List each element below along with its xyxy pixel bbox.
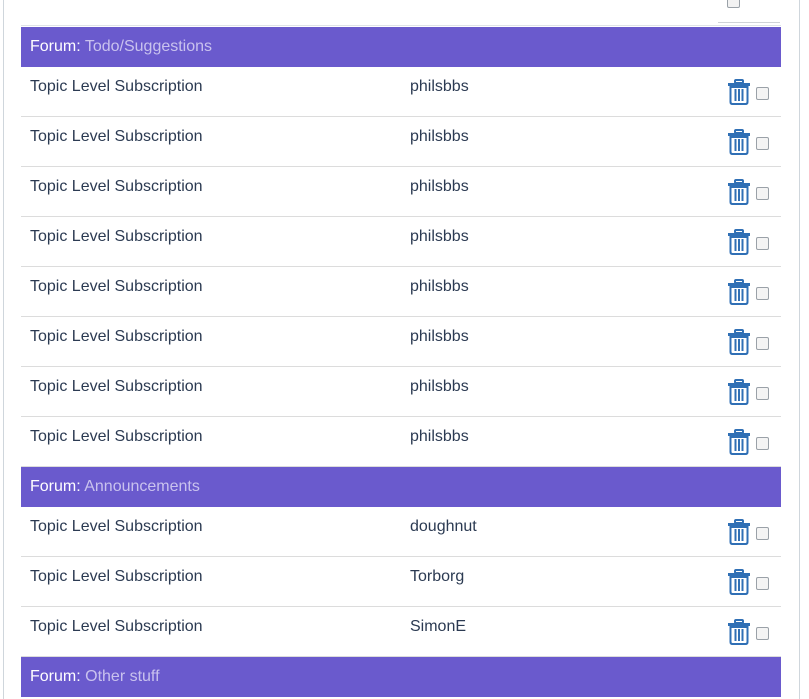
subscription-row: Topic Level Subscription philsbbs bbox=[21, 317, 781, 367]
subscription-user: philsbbs bbox=[410, 278, 469, 295]
subscription-type: Topic Level Subscription bbox=[30, 78, 203, 95]
subscription-row: Topic Level Subscription philsbbs bbox=[21, 217, 781, 267]
subscription-type: Topic Level Subscription bbox=[30, 278, 203, 295]
subscription-row: Topic Level Subscription philsbbs bbox=[21, 67, 781, 117]
forum-name[interactable]: Todo/Suggestions bbox=[85, 38, 212, 55]
subscription-row: Topic Level Subscription philsbbs bbox=[21, 117, 781, 167]
subscription-row: Topic Level Subscription philsbbs bbox=[21, 167, 781, 217]
select-checkbox[interactable] bbox=[756, 187, 769, 200]
trash-icon[interactable] bbox=[727, 79, 751, 105]
select-checkbox[interactable] bbox=[756, 287, 769, 300]
forum-header: Forum: Todo/Suggestions bbox=[21, 27, 781, 67]
select-checkbox[interactable] bbox=[727, 0, 740, 8]
trash-icon[interactable] bbox=[727, 229, 751, 255]
subscription-list: Forum: Todo/Suggestions Topic Level Subsc… bbox=[21, 27, 781, 697]
subscription-user: philsbbs bbox=[410, 128, 469, 145]
subscription-user: SimonE bbox=[410, 618, 467, 635]
subscription-type: Topic Level Subscription bbox=[30, 378, 203, 395]
trash-icon[interactable] bbox=[727, 429, 751, 455]
divider bbox=[21, 25, 781, 26]
trash-icon[interactable] bbox=[727, 129, 751, 155]
subscription-row: Topic Level Subscription philsbbs bbox=[21, 417, 781, 467]
forum-header: Forum: Announcements bbox=[21, 467, 781, 507]
divider bbox=[718, 22, 780, 23]
subscription-type: Topic Level Subscription bbox=[30, 518, 203, 535]
subscription-type: Topic Level Subscription bbox=[30, 428, 203, 445]
select-checkbox[interactable] bbox=[756, 387, 769, 400]
subscription-user: doughnut bbox=[410, 518, 477, 535]
select-checkbox[interactable] bbox=[756, 337, 769, 350]
subscription-user: philsbbs bbox=[410, 378, 469, 395]
select-checkbox[interactable] bbox=[756, 627, 769, 640]
subscription-user: Torborg bbox=[410, 568, 465, 585]
trash-icon[interactable] bbox=[727, 569, 751, 595]
trash-icon[interactable] bbox=[727, 179, 751, 205]
subscription-type: Topic Level Subscription bbox=[30, 228, 203, 245]
subscription-type: Topic Level Subscription bbox=[30, 618, 203, 635]
select-checkbox[interactable] bbox=[756, 137, 769, 150]
subscription-row: Topic Level Subscription philsbbs bbox=[21, 367, 781, 417]
trash-icon[interactable] bbox=[727, 329, 751, 355]
select-checkbox[interactable] bbox=[756, 527, 769, 540]
previous-row-remnant bbox=[21, 0, 781, 26]
select-checkbox[interactable] bbox=[756, 437, 769, 450]
select-checkbox[interactable] bbox=[756, 237, 769, 250]
trash-icon[interactable] bbox=[727, 619, 751, 645]
subscription-type: Topic Level Subscription bbox=[30, 328, 203, 345]
subscription-row: Topic Level Subscription Torborg bbox=[21, 557, 781, 607]
subscription-type: Topic Level Subscription bbox=[30, 178, 203, 195]
subscription-user: philsbbs bbox=[410, 178, 469, 195]
trash-icon[interactable] bbox=[727, 379, 751, 405]
subscription-user: philsbbs bbox=[410, 428, 469, 445]
select-checkbox[interactable] bbox=[756, 577, 769, 590]
subscription-type: Topic Level Subscription bbox=[30, 128, 203, 145]
forum-name[interactable]: Announcements bbox=[84, 478, 200, 495]
trash-icon[interactable] bbox=[727, 519, 751, 545]
subscription-row: Topic Level Subscription philsbbs bbox=[21, 267, 781, 317]
subscription-row: Topic Level Subscription doughnut bbox=[21, 507, 781, 557]
forum-label: Forum: bbox=[30, 38, 81, 55]
subscription-type: Topic Level Subscription bbox=[30, 568, 203, 585]
subscription-user: philsbbs bbox=[410, 228, 469, 245]
forum-header: Forum: Other stuff bbox=[21, 657, 781, 697]
subscription-user: philsbbs bbox=[410, 78, 469, 95]
select-checkbox[interactable] bbox=[756, 87, 769, 100]
forum-label: Forum: bbox=[30, 478, 81, 495]
subscription-row: Topic Level Subscription SimonE bbox=[21, 607, 781, 657]
trash-icon[interactable] bbox=[727, 279, 751, 305]
subscription-user: philsbbs bbox=[410, 328, 469, 345]
